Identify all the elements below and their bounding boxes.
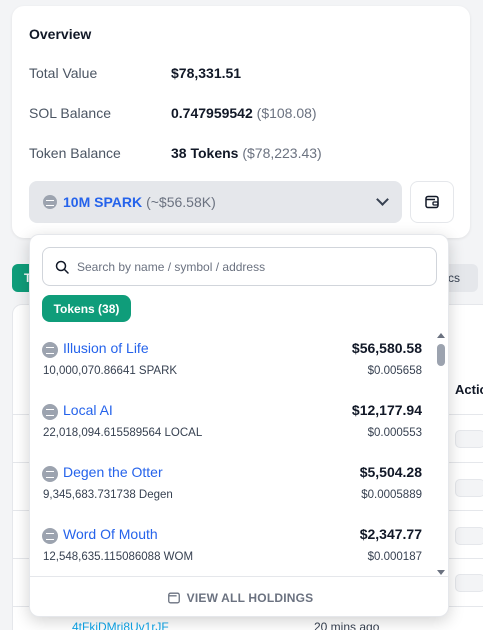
- token-usd-value: $2,347.77: [359, 526, 422, 542]
- wallet-icon: [425, 195, 439, 209]
- transaction-link[interactable]: 4tFkiDMri8Uv1rJF: [72, 620, 169, 630]
- overview-card: Overview Total Value $78,331.51 SOL Bala…: [12, 6, 470, 238]
- token-price: $0.000553: [367, 427, 422, 439]
- wallet-icon: [167, 592, 180, 603]
- token-coin-icon: [42, 342, 58, 358]
- token-coin-icon: [43, 195, 57, 209]
- token-list: Illusion of Life 10,000,070.86641 SPARK …: [30, 331, 435, 575]
- sol-balance-label: SOL Balance: [29, 105, 111, 121]
- overview-title: Overview: [29, 26, 92, 42]
- token-price: $0.0005889: [361, 489, 422, 501]
- view-all-holdings-button[interactable]: VIEW ALL HOLDINGS: [30, 576, 448, 616]
- token-list-scrollbar[interactable]: [434, 331, 446, 575]
- action-button[interactable]: [455, 527, 483, 545]
- token-amount: 9,345,683.731738 Degen: [43, 489, 173, 501]
- token-balance-usd: ($78,223.43): [242, 145, 322, 161]
- token-dropdown-panel: Tokens (38) Illusion of Life 10,000,070.…: [29, 234, 449, 617]
- search-icon: [55, 260, 69, 274]
- total-value-label: Total Value: [29, 65, 98, 81]
- token-list-item[interactable]: Degen the Otter 9,345,683.731738 Degen $…: [42, 461, 422, 511]
- sol-balance-usd: ($108.08): [256, 105, 317, 121]
- sol-balance-amount: 0.747959542: [171, 105, 253, 121]
- chevron-down-icon: [376, 193, 389, 206]
- token-amount: 10,000,070.86641 SPARK: [43, 365, 178, 377]
- tokens-count-tab[interactable]: Tokens (38): [42, 295, 131, 322]
- selected-token-value: (~$56.58K): [146, 194, 216, 210]
- scroll-up-arrow-icon[interactable]: [437, 333, 445, 338]
- token-amount: 12,548,635.115086088 WOM: [43, 551, 194, 563]
- token-coin-icon: [42, 466, 58, 482]
- token-coin-icon: [42, 528, 58, 544]
- token-list-item[interactable]: Word Of Mouth 12,548,635.115086088 WOM $…: [42, 523, 422, 573]
- token-balance: 38 Tokens ($78,223.43): [171, 145, 322, 161]
- token-name[interactable]: Local AI: [63, 402, 113, 418]
- sol-balance: 0.747959542 ($108.08): [171, 105, 317, 121]
- token-coin-icon: [42, 404, 58, 420]
- token-usd-value: $56,580.58: [351, 340, 422, 356]
- token-list-item[interactable]: Illusion of Life 10,000,070.86641 SPARK …: [42, 337, 422, 387]
- total-value: $78,331.51: [171, 65, 242, 81]
- scrollbar-thumb[interactable]: [437, 344, 445, 366]
- token-balance-label: Token Balance: [29, 145, 121, 161]
- token-price: $0.005658: [367, 365, 422, 377]
- token-balance-count: 38 Tokens: [171, 145, 239, 161]
- token-select-dropdown[interactable]: 10M SPARK (~$56.58K): [29, 181, 402, 223]
- wallet-button[interactable]: [410, 181, 454, 223]
- token-name[interactable]: Word Of Mouth: [63, 526, 158, 542]
- action-button[interactable]: [455, 574, 483, 592]
- token-name[interactable]: Illusion of Life: [63, 340, 149, 356]
- view-all-holdings-label: VIEW ALL HOLDINGS: [186, 590, 314, 605]
- token-list-item[interactable]: Local AI 22,018,094.615589564 LOCAL $12,…: [42, 399, 422, 449]
- transaction-time: 20 mins ago: [314, 620, 380, 630]
- token-search-input[interactable]: [77, 259, 417, 274]
- token-name[interactable]: Degen the Otter: [63, 464, 163, 480]
- token-amount: 22,018,094.615589564 LOCAL: [43, 427, 203, 439]
- action-button[interactable]: [455, 479, 483, 497]
- action-button[interactable]: [455, 430, 483, 448]
- token-search-box[interactable]: [42, 247, 437, 286]
- token-usd-value: $12,177.94: [351, 402, 422, 418]
- token-price: $0.000187: [367, 551, 422, 563]
- action-column-header: Actio: [455, 382, 483, 397]
- selected-token-name: 10M SPARK: [63, 194, 143, 210]
- token-usd-value: $5,504.28: [359, 464, 422, 480]
- scroll-down-arrow-icon[interactable]: [437, 570, 445, 575]
